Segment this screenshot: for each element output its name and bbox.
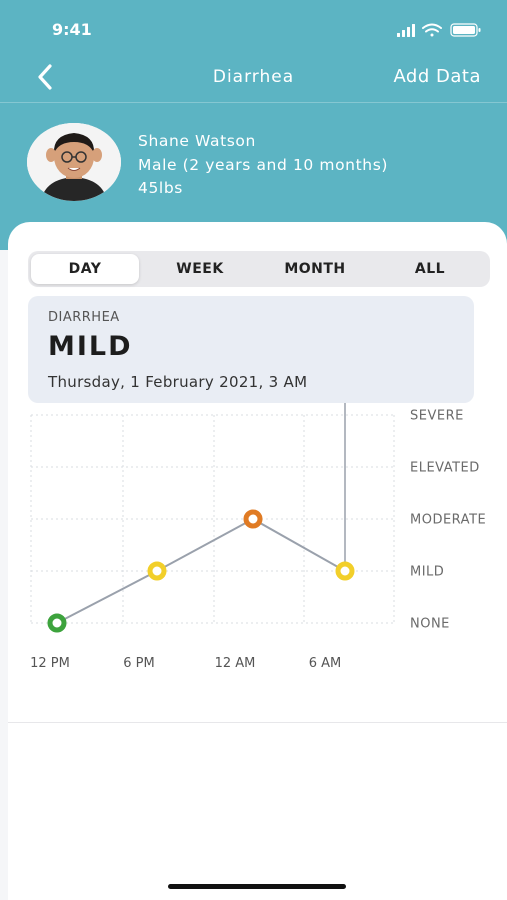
cellular-signal-icon xyxy=(397,24,415,37)
user-info: Shane Watson Male (2 years and 10 months… xyxy=(138,130,388,201)
data-point[interactable] xyxy=(243,509,263,529)
tab-all[interactable]: ALL xyxy=(373,254,487,284)
x-axis-labels: 12 PM 6 PM 12 AM 6 AM xyxy=(30,656,341,671)
data-point[interactable] xyxy=(147,561,167,581)
chart-grid xyxy=(30,414,395,624)
y-axis-label: SEVERE xyxy=(410,409,464,424)
child-photo xyxy=(27,123,121,201)
y-axis-label: ELEVATED xyxy=(410,461,480,476)
y-axis-label: MODERATE xyxy=(410,513,486,528)
y-axis-label: NONE xyxy=(410,617,450,632)
y-axis-label: MILD xyxy=(410,565,444,580)
navigation-bar: Diarrhea Add Data xyxy=(0,58,507,98)
data-point[interactable] xyxy=(335,561,355,581)
tooltip-value: MILD xyxy=(48,331,133,362)
x-axis-label: 6 PM xyxy=(123,656,154,671)
tab-week[interactable]: WEEK xyxy=(145,254,255,284)
x-axis-label: 6 AM xyxy=(309,656,342,671)
y-axis-labels: NONE MILD MODERATE ELEVATED SEVERE xyxy=(410,409,486,632)
battery-icon xyxy=(450,23,481,37)
user-weight: 45lbs xyxy=(138,179,183,197)
section-divider xyxy=(8,722,507,723)
wifi-icon xyxy=(422,23,442,37)
tooltip-date: Thursday, 1 February 2021, 3 AM xyxy=(48,373,308,391)
tooltip-label: DIARRHEA xyxy=(48,310,120,325)
home-indicator xyxy=(168,884,346,889)
period-segmented-control: DAY WEEK MONTH ALL xyxy=(28,251,490,287)
user-name: Shane Watson xyxy=(138,132,256,150)
user-gender-age: Male (2 years and 10 months) xyxy=(138,155,389,174)
severity-line-chart: NONE MILD MODERATE ELEVATED SEVERE 12 PM 6 PM… xyxy=(30,403,486,671)
tab-month[interactable]: MONTH xyxy=(257,254,373,284)
tab-day[interactable]: DAY xyxy=(31,254,139,284)
status-bar: 9:41 xyxy=(0,0,507,58)
status-time: 9:41 xyxy=(52,20,92,39)
status-icons xyxy=(397,22,483,42)
x-axis-label: 12 AM xyxy=(215,656,256,671)
x-axis-label: 12 PM xyxy=(30,656,70,671)
add-data-button[interactable]: Add Data xyxy=(393,66,481,87)
nav-divider xyxy=(0,102,507,103)
avatar xyxy=(27,123,121,201)
data-point[interactable] xyxy=(47,613,67,633)
data-tooltip: DIARRHEA MILD Thursday, 1 February 2021,… xyxy=(28,296,474,403)
